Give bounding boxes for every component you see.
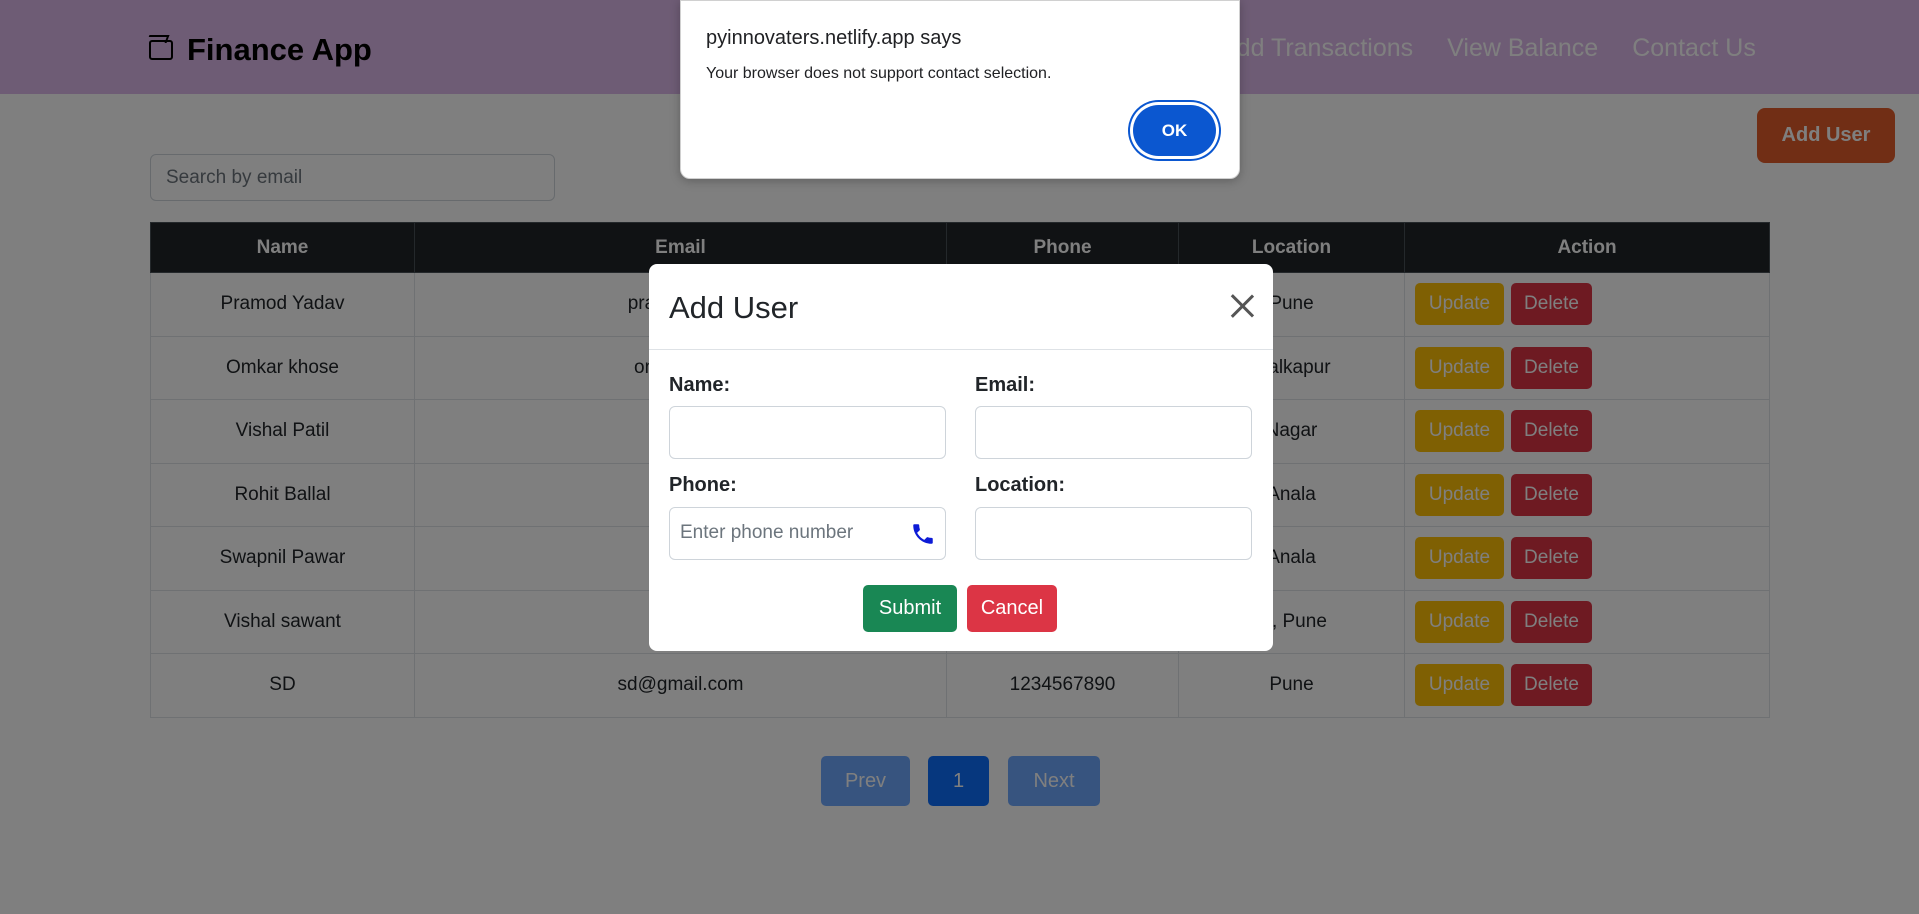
email-label: Email: bbox=[975, 374, 1036, 396]
phone-placeholder: Enter phone number bbox=[680, 522, 854, 543]
location-field[interactable] bbox=[975, 507, 1252, 560]
alert-ok-button[interactable]: OK bbox=[1133, 105, 1216, 156]
name-label: Name: bbox=[669, 374, 731, 396]
phone-label: Phone: bbox=[669, 474, 737, 496]
alert-title: pyinnovaters.netlify.app says bbox=[706, 27, 962, 49]
browser-alert-dialog: pyinnovaters.netlify.app says Your brows… bbox=[680, 0, 1240, 179]
phone-icon[interactable] bbox=[910, 521, 936, 547]
modal-header: Add User bbox=[649, 264, 1273, 350]
cancel-button[interactable]: Cancel bbox=[967, 585, 1057, 632]
close-icon[interactable] bbox=[1228, 291, 1256, 319]
submit-button[interactable]: Submit bbox=[863, 585, 957, 632]
phone-field[interactable]: Enter phone number bbox=[669, 507, 946, 560]
email-field[interactable] bbox=[975, 406, 1252, 459]
alert-message: Your browser does not support contact se… bbox=[706, 65, 1052, 82]
name-field[interactable] bbox=[669, 406, 946, 459]
add-user-modal: Add User Name: Email: Phone: Enter phone… bbox=[649, 264, 1273, 651]
location-label: Location: bbox=[975, 474, 1065, 496]
modal-title: Add User bbox=[669, 290, 799, 325]
